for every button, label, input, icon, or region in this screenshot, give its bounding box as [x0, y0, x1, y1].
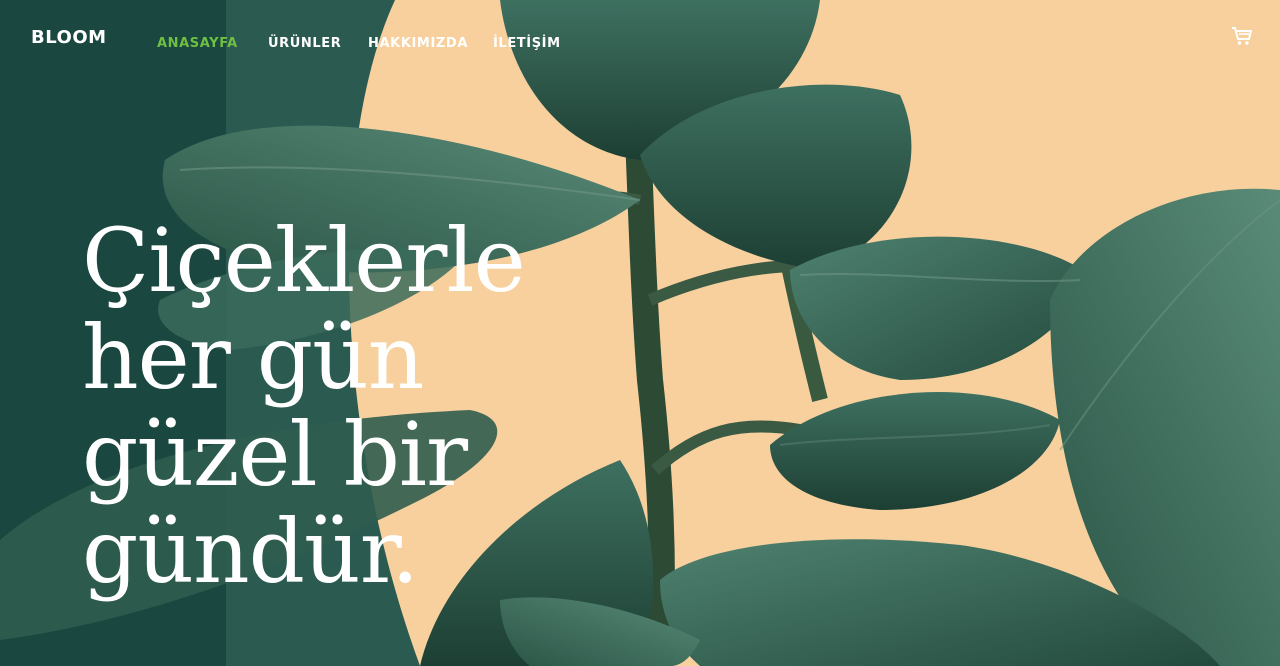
- hero-heading: Çiçeklerle her gün güzel bir gündür.: [82, 212, 602, 600]
- hero-line: gündür.: [82, 500, 419, 603]
- nav-item-hakkimizda[interactable]: HAKKIMIZDA: [368, 36, 468, 51]
- hero-line: Çiçeklerle: [82, 209, 526, 312]
- nav-item-urunler[interactable]: ÜRÜNLER: [268, 36, 341, 51]
- brand-logo[interactable]: BLOOM: [31, 27, 107, 48]
- nav-item-iletisim[interactable]: İLETİŞİM: [493, 36, 561, 51]
- hero-section: BLOOM ANASAYFA ÜRÜNLER HAKKIMIZDA İLETİŞ…: [0, 0, 1280, 666]
- cart-icon: [1232, 27, 1252, 45]
- cart-button[interactable]: [1230, 25, 1254, 47]
- hero-line: her gün: [82, 306, 424, 409]
- hero-line: güzel bir: [82, 403, 468, 506]
- nav-item-anasayfa[interactable]: ANASAYFA: [157, 36, 238, 51]
